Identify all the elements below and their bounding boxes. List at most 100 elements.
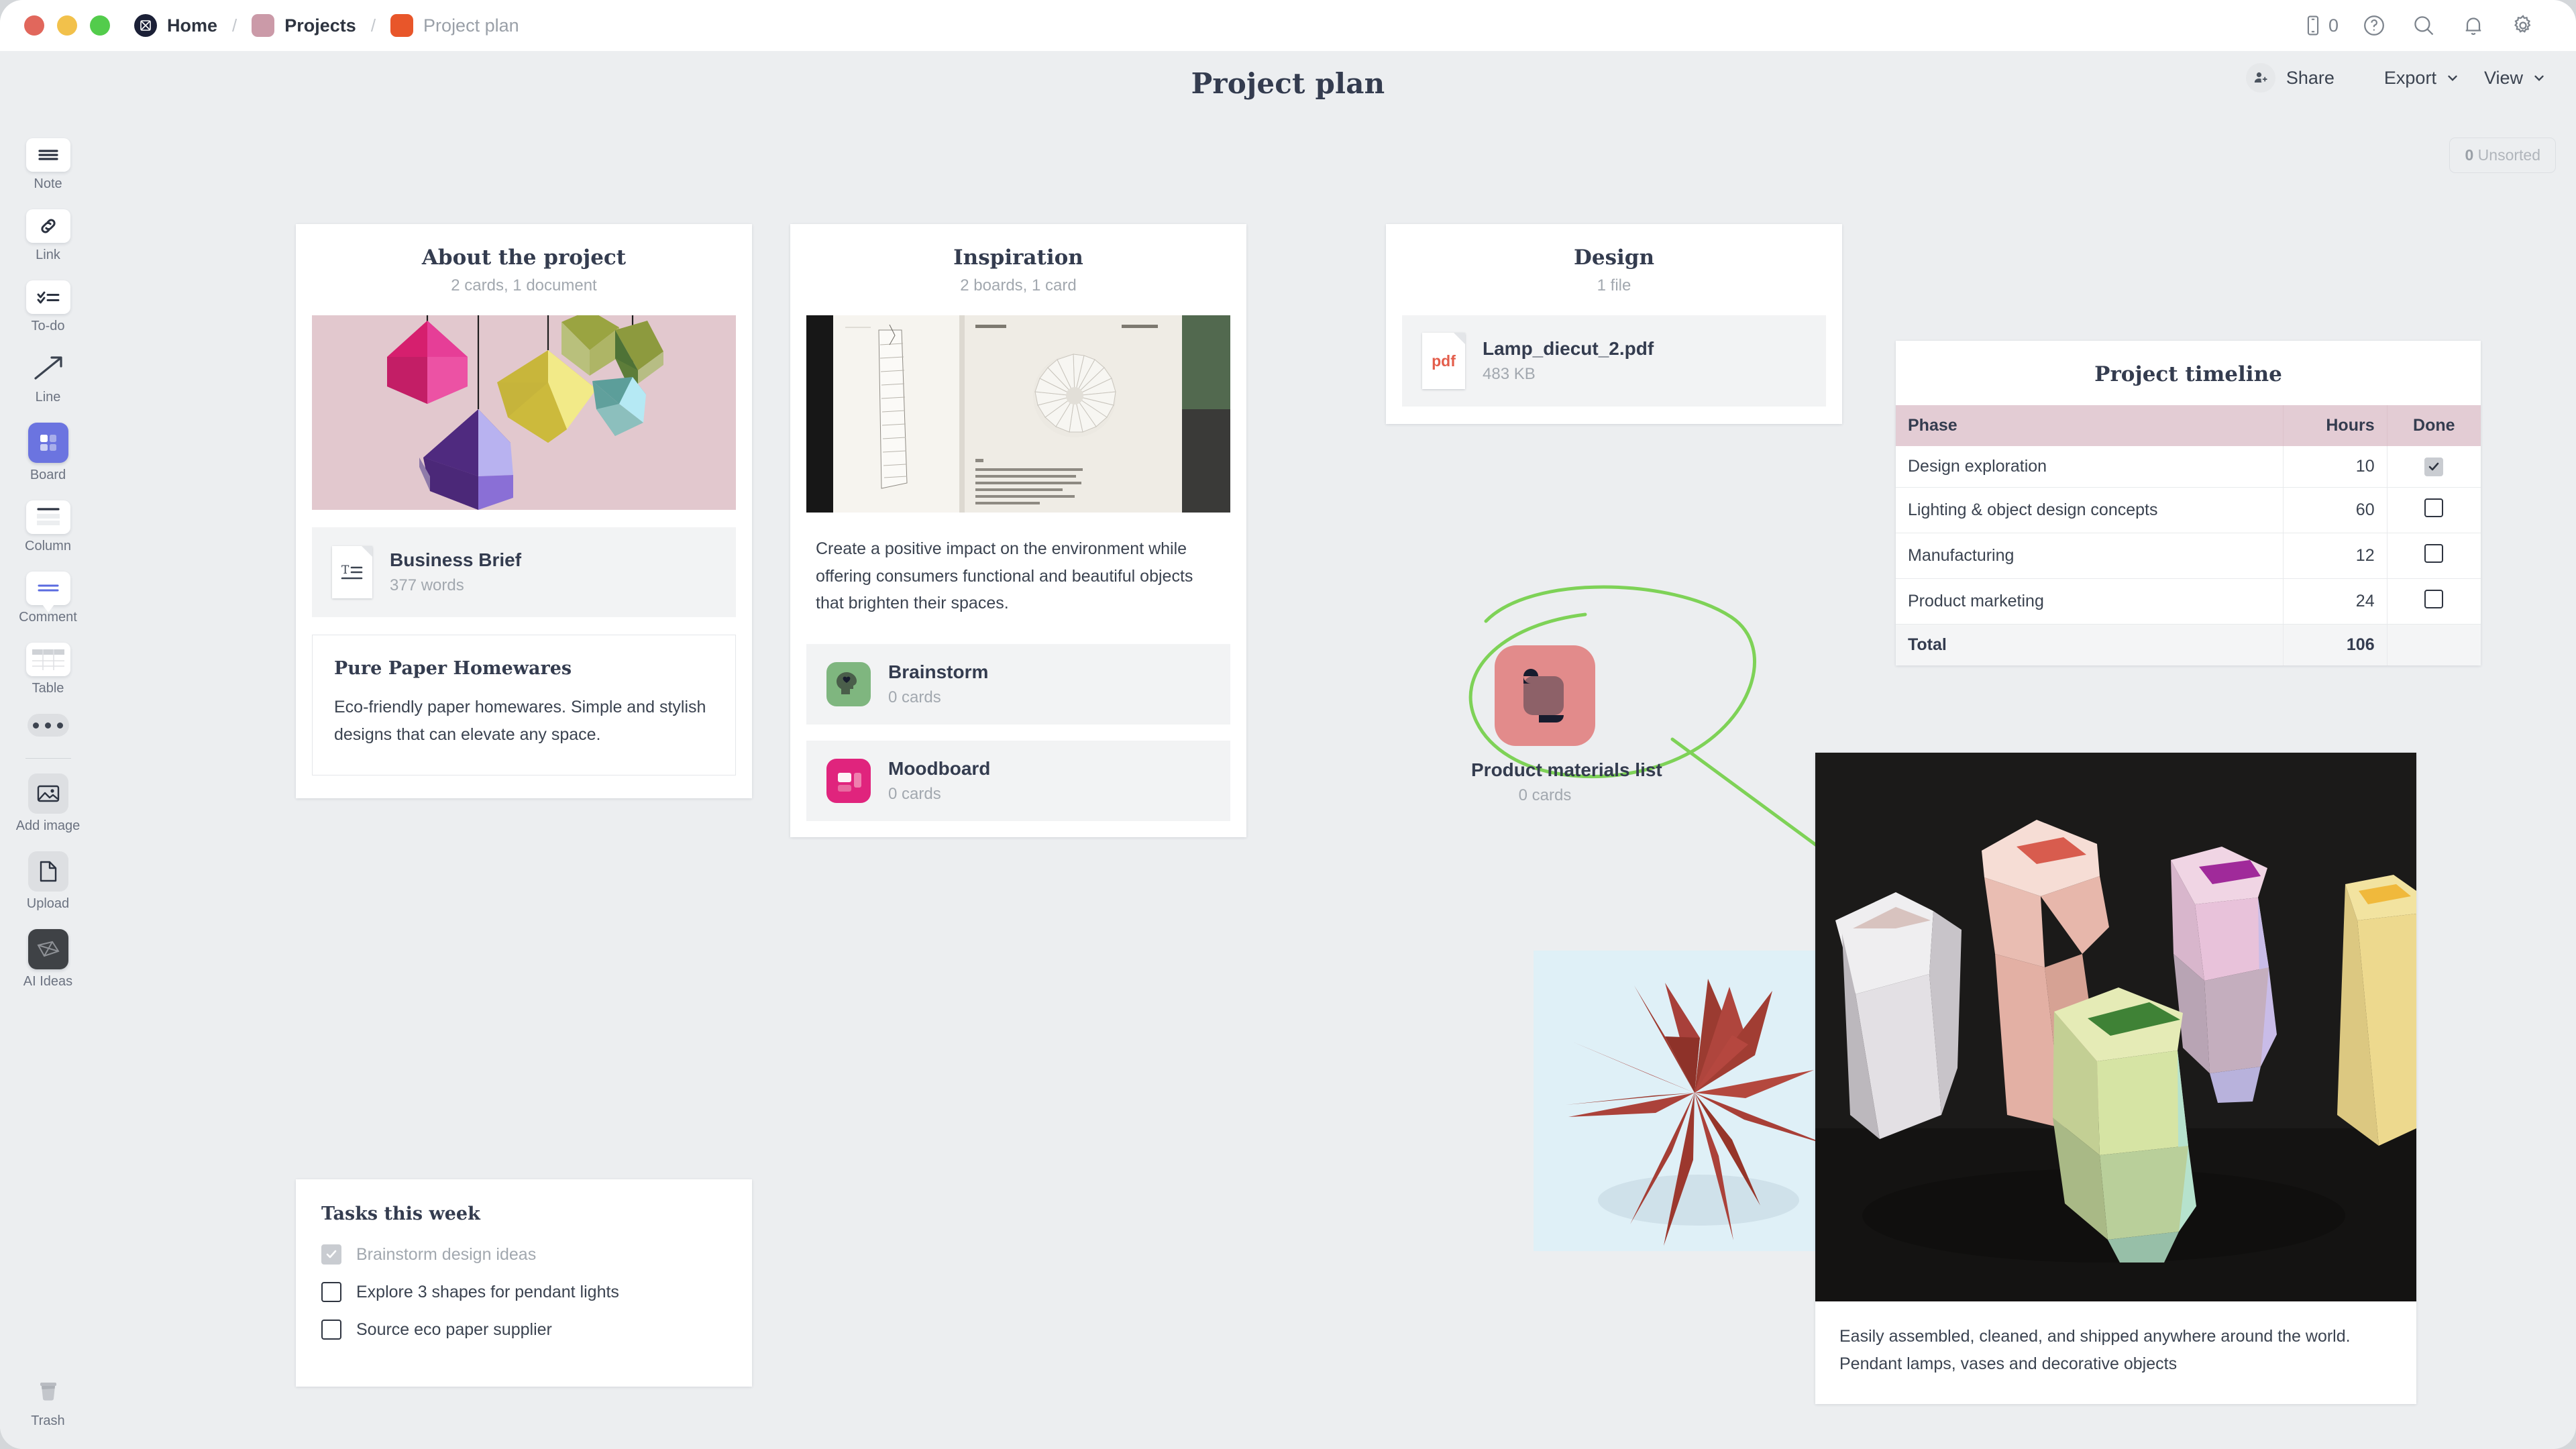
text-document-icon: T bbox=[332, 546, 372, 598]
card-project-timeline[interactable]: Project timeline Phase Hours Done Design… bbox=[1896, 341, 2481, 666]
board-item-moodboard[interactable]: Moodboard 0 cards bbox=[806, 740, 1230, 821]
sidebar-tool-column[interactable]: Column bbox=[0, 500, 96, 554]
breadcrumb-item-project-plan[interactable]: Project plan bbox=[390, 14, 519, 37]
sidebar-tool-upload[interactable]: Upload bbox=[0, 851, 96, 912]
document-business-brief[interactable]: T Business Brief 377 words bbox=[312, 527, 736, 617]
sidebar-tool-board[interactable]: Board bbox=[0, 423, 96, 483]
unsorted-badge[interactable]: 0 Unsorted bbox=[2449, 138, 2556, 173]
help-icon[interactable] bbox=[2349, 1, 2399, 50]
window-controls[interactable] bbox=[24, 15, 110, 36]
sidebar-tool-comment[interactable]: Comment bbox=[0, 572, 96, 625]
card-design[interactable]: Design 1 file pdf Lamp_diecut_2.pdf 483 … bbox=[1386, 224, 1842, 424]
sidebar-tool-link[interactable]: Link bbox=[0, 209, 96, 263]
moodboard-icon bbox=[826, 758, 871, 803]
chevron-down-icon bbox=[2445, 70, 2460, 85]
sidebar-tool-label: Link bbox=[36, 248, 60, 262]
column-header-hours: Hours bbox=[2283, 405, 2387, 446]
inspiration-quote[interactable]: Create a positive impact on the environm… bbox=[790, 513, 1246, 644]
cell-done[interactable] bbox=[2386, 487, 2481, 534]
sidebar-tool-more[interactable] bbox=[0, 714, 96, 737]
column-header-phase: Phase bbox=[1896, 405, 2284, 446]
table-row[interactable]: Lighting & object design concepts 60 bbox=[1896, 487, 2481, 534]
checkbox-icon[interactable] bbox=[2424, 590, 2444, 609]
table-row[interactable]: Product marketing 24 bbox=[1896, 578, 2481, 625]
star-sculpture-image[interactable] bbox=[1534, 951, 1856, 1251]
cell-phase: Manufacturing bbox=[1896, 533, 2284, 580]
sidebar-tool-label: Add image bbox=[15, 818, 80, 833]
cell-done[interactable] bbox=[2386, 578, 2481, 625]
folder-badge-icon bbox=[390, 14, 414, 37]
settings-icon[interactable] bbox=[2498, 1, 2548, 50]
board-canvas[interactable]: 0 Unsorted About the project 2 cards, 1 … bbox=[96, 115, 2576, 1449]
board-item-brainstorm[interactable]: Brainstorm 0 cards bbox=[806, 643, 1230, 724]
sidebar-tool-label: Board bbox=[30, 468, 66, 482]
head-heart-icon bbox=[826, 661, 871, 706]
checkbox-checked-icon[interactable] bbox=[321, 1244, 341, 1265]
sidebar-trash[interactable]: Trash bbox=[0, 1375, 96, 1429]
card-tasks-this-week[interactable]: Tasks this week Brainstorm design ideas … bbox=[296, 1179, 752, 1387]
breadcrumb-separator: / bbox=[370, 15, 376, 36]
export-button[interactable]: Export bbox=[2384, 68, 2460, 89]
sidebar-tool-ai-ideas[interactable]: AI Ideas bbox=[0, 929, 96, 989]
task-label: Source eco paper supplier bbox=[356, 1320, 552, 1339]
card-about-the-project[interactable]: About the project 2 cards, 1 document T … bbox=[296, 224, 752, 798]
close-window-button[interactable] bbox=[24, 15, 44, 36]
minimize-window-button[interactable] bbox=[57, 15, 77, 36]
pdf-badge-label: pdf bbox=[1432, 352, 1456, 370]
document-name: Business Brief bbox=[390, 549, 522, 570]
cell-hours: 60 bbox=[2283, 487, 2387, 534]
checkbox-icon[interactable] bbox=[321, 1320, 341, 1340]
breadcrumb-item-projects[interactable]: Projects bbox=[252, 14, 356, 37]
note-heading: Pure Paper Homewares bbox=[334, 658, 572, 679]
table-row[interactable]: Manufacturing 12 bbox=[1896, 533, 2481, 580]
sidebar-tool-table[interactable]: Table bbox=[0, 643, 96, 696]
cell-phase: Product marketing bbox=[1896, 578, 2284, 625]
table-header-row: Phase Hours Done bbox=[1896, 405, 2481, 446]
checkbox-icon[interactable] bbox=[321, 1282, 341, 1302]
sidebar-tool-trash[interactable]: Trash bbox=[0, 1375, 96, 1429]
cell-hours: 12 bbox=[2283, 533, 2387, 580]
maximize-window-button[interactable] bbox=[90, 15, 110, 36]
sidebar-tool-label: Line bbox=[35, 390, 61, 405]
card-header: Inspiration 2 boards, 1 card bbox=[790, 224, 1246, 315]
file-lamp-diecut-pdf[interactable]: pdf Lamp_diecut_2.pdf 483 KB bbox=[1402, 315, 1826, 407]
svg-text:T: T bbox=[341, 564, 350, 577]
card-product-photo[interactable]: Easily assembled, cleaned, and shipped a… bbox=[1815, 753, 2416, 1404]
task-item[interactable]: Brainstorm design ideas bbox=[321, 1244, 727, 1265]
checkbox-icon[interactable] bbox=[2424, 544, 2444, 564]
checkbox-icon[interactable] bbox=[2424, 498, 2444, 518]
view-button[interactable]: View bbox=[2484, 68, 2546, 89]
sidebar-tool-label: To-do bbox=[31, 319, 65, 333]
card-subtitle: 1 file bbox=[1597, 276, 1631, 294]
note-body: Eco-friendly paper homewares. Simple and… bbox=[334, 698, 706, 744]
task-item[interactable]: Source eco paper supplier bbox=[321, 1320, 727, 1340]
checkbox-checked-icon[interactable] bbox=[2424, 458, 2444, 477]
cell-done[interactable] bbox=[2386, 446, 2481, 488]
notifications-icon[interactable] bbox=[2449, 1, 2498, 50]
board-item-product-materials-list[interactable]: Product materials list 0 cards bbox=[1471, 645, 1662, 805]
board-meta: 0 cards bbox=[888, 784, 941, 803]
file-size: 483 KB bbox=[1483, 365, 1536, 383]
cell-done[interactable] bbox=[2386, 533, 2481, 580]
sidebar-tool-todo[interactable]: To-do bbox=[0, 280, 96, 334]
card-header: Project timeline bbox=[1896, 341, 2481, 405]
board-name: Moodboard bbox=[888, 757, 991, 779]
note-icon bbox=[25, 138, 70, 172]
sidebar-tool-note[interactable]: Note bbox=[0, 138, 96, 192]
sidebar-tool-add-image[interactable]: Add image bbox=[0, 773, 96, 834]
breadcrumb-label-project-plan: Project plan bbox=[423, 15, 519, 36]
share-button[interactable]: Share bbox=[2245, 63, 2334, 93]
breadcrumb-item-home[interactable]: Home bbox=[134, 14, 217, 37]
cell-total-done bbox=[2386, 624, 2481, 666]
note-pure-paper-homewares[interactable]: Pure Paper Homewares Eco-friendly paper … bbox=[312, 635, 736, 775]
cell-total-label: Total bbox=[1896, 624, 2284, 666]
card-inspiration[interactable]: Inspiration 2 boards, 1 card Create a po… bbox=[790, 224, 1246, 837]
sidebar-tool-label: Trash bbox=[31, 1413, 65, 1428]
sidebar-tool-line[interactable]: Line bbox=[0, 352, 96, 405]
quote-text: Create a positive impact on the environm… bbox=[816, 539, 1193, 612]
table-row[interactable]: Design exploration 10 bbox=[1896, 446, 2481, 488]
milanote-logo-icon bbox=[134, 14, 157, 37]
search-icon[interactable] bbox=[2399, 1, 2449, 50]
column-header-done: Done bbox=[2386, 405, 2481, 446]
task-item[interactable]: Explore 3 shapes for pendant lights bbox=[321, 1282, 727, 1302]
